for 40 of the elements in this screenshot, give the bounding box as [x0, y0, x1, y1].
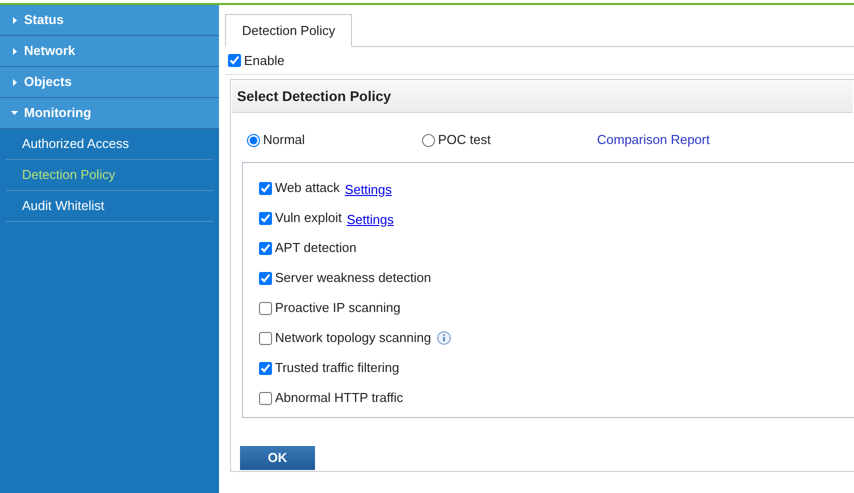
caret-icon	[12, 78, 16, 86]
sidebar-item[interactable]: Audit Whitelist	[6, 191, 213, 222]
panel-title: Select Detection Policy	[232, 81, 853, 113]
checkbox[interactable]	[259, 272, 272, 284]
tab[interactable]: Detection Policy	[225, 14, 352, 47]
report-link[interactable]: Comparison Report	[597, 130, 710, 150]
checkbox-label: Web attack	[275, 179, 340, 198]
radio-button[interactable]	[422, 134, 435, 146]
sidebar-section[interactable]: Objects	[0, 67, 219, 98]
checkbox[interactable]	[259, 182, 272, 194]
sidebar-item[interactable]: Detection Policy	[6, 160, 213, 191]
sidebar-section[interactable]: Network	[0, 36, 219, 67]
settings-link[interactable]: Settings	[344, 180, 392, 200]
sidebar-section[interactable]: Status	[0, 5, 219, 36]
radio-label: Normal	[263, 131, 305, 150]
checkbox-label: Abnormal HTTP traffic	[275, 389, 404, 408]
checkbox-label: Network topology scanning	[275, 329, 432, 348]
checkbox[interactable]	[259, 392, 272, 404]
info-icon[interactable]	[437, 331, 452, 345]
radio-label: POC test	[438, 131, 491, 150]
checkbox[interactable]	[259, 362, 272, 374]
checkbox[interactable]	[259, 212, 272, 224]
checkbox-label: APT detection	[275, 239, 356, 258]
checkbox-label: Vuln exploit	[275, 209, 342, 228]
caret-icon	[12, 16, 16, 24]
checkbox[interactable]	[259, 302, 272, 314]
checkbox[interactable]	[259, 242, 272, 254]
sidebar-section[interactable]: Monitoring	[0, 98, 219, 129]
checkbox[interactable]	[259, 332, 272, 344]
checkbox[interactable]	[228, 54, 241, 67]
settings-link[interactable]: Settings	[346, 210, 394, 230]
caret-icon	[11, 111, 18, 115]
checkbox-label: Proactive IP scanning	[275, 299, 400, 318]
checkbox-label: Server weakness detection	[275, 269, 432, 288]
caret-icon	[12, 48, 16, 54]
ok-button[interactable]: OK	[240, 446, 315, 470]
radio-button[interactable]	[247, 134, 260, 146]
checkbox-label: Trusted traffic filtering	[275, 359, 400, 378]
sidebar-item[interactable]: Authorized Access	[6, 129, 213, 160]
checkbox-label: Enable	[244, 52, 284, 70]
